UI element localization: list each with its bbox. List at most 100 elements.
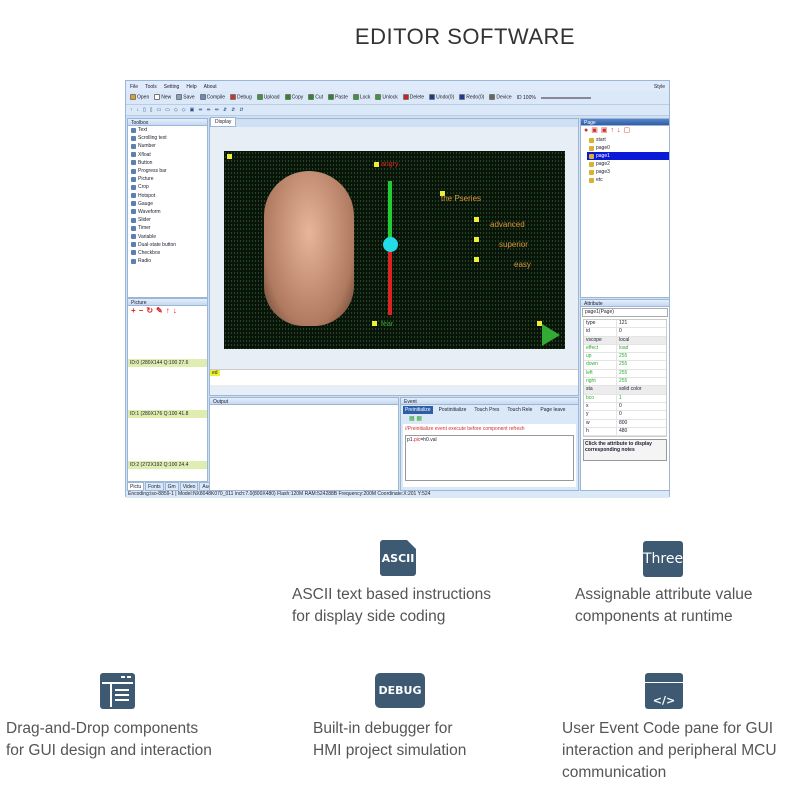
menu-about[interactable]: About bbox=[204, 84, 217, 90]
attribute-row[interactable]: down 255 bbox=[584, 361, 666, 370]
toolbar-button[interactable]: Lock bbox=[352, 94, 370, 101]
toolbar-label: Debug bbox=[237, 94, 252, 101]
attribute-row[interactable]: up 255 bbox=[584, 353, 666, 362]
toolbar-button[interactable]: Redo(0) bbox=[459, 94, 484, 101]
attribute-value: 800 bbox=[619, 419, 628, 426]
hmi-canvas[interactable]: angry fear the Pseries advanced superior… bbox=[224, 151, 565, 349]
attribute-row[interactable]: w 800 bbox=[584, 419, 666, 428]
bottom-tab[interactable]: Fonts bbox=[145, 482, 164, 491]
zoom-slider[interactable] bbox=[540, 96, 591, 99]
toolbar-button[interactable]: Save bbox=[176, 94, 195, 101]
picture-item[interactable]: ID:0 (280X144 Q:100 27.6 bbox=[128, 359, 207, 367]
toolbar-label: Copy bbox=[291, 94, 304, 101]
attribute-row[interactable]: y0 bbox=[584, 411, 666, 420]
event-tab[interactable]: Touch Rele bbox=[505, 406, 534, 414]
event-tab[interactable]: Preinitialize bbox=[403, 406, 433, 414]
attribute-key: bco bbox=[584, 394, 617, 402]
page-item[interactable]: page0 bbox=[587, 144, 669, 152]
toolbox-item[interactable]: Xfloat bbox=[128, 151, 207, 159]
toolbar-button[interactable]: Cut bbox=[308, 94, 323, 101]
attribute-object-select[interactable]: page1(Page) bbox=[582, 308, 668, 317]
attribute-row[interactable]: h 480 bbox=[584, 427, 666, 437]
page-item[interactable]: page3 bbox=[587, 168, 669, 176]
toolbox-item[interactable]: Gauge bbox=[128, 200, 207, 208]
toolbox-item[interactable]: Picture bbox=[128, 175, 207, 183]
attribute-row[interactable]: sta solid color bbox=[584, 386, 666, 395]
event-tab[interactable]: Touch Pres bbox=[472, 406, 501, 414]
toolbox-item[interactable]: Button bbox=[128, 159, 207, 167]
toolbar-button[interactable]: Debug bbox=[230, 94, 252, 101]
toolbar-label: Delete bbox=[409, 94, 425, 101]
event-code-editor[interactable]: p1.pic=h0.val bbox=[405, 435, 574, 481]
toolbox-item[interactable]: Timer bbox=[128, 224, 207, 232]
toolbar-button[interactable]: Unlock bbox=[375, 94, 398, 101]
toolbox-item[interactable]: Waveform bbox=[128, 208, 207, 216]
toolbox-item[interactable]: Checkbox bbox=[128, 249, 207, 257]
toolbar-button[interactable]: New bbox=[154, 94, 171, 101]
toolbox-item[interactable]: Number bbox=[128, 142, 207, 150]
toolbar-button[interactable]: Open bbox=[130, 94, 149, 101]
attribute-row[interactable]: right 255 bbox=[584, 378, 666, 387]
toolbox-item[interactable]: Slider bbox=[128, 216, 207, 224]
label-advanced: advanced bbox=[490, 220, 525, 229]
menu-setting[interactable]: Setting bbox=[164, 84, 180, 90]
menu-tools[interactable]: Tools bbox=[145, 84, 157, 90]
toolbar-button[interactable]: Paste bbox=[328, 94, 348, 101]
attribute-panel: Attribute page1(Page) type 121 id 0 vscope lo… bbox=[580, 299, 670, 491]
attribute-row[interactable]: vscope local bbox=[584, 336, 666, 345]
toolbox-item[interactable]: Hotspot bbox=[128, 192, 207, 200]
page-tools[interactable]: ●▣▣↑↓▢ bbox=[581, 126, 669, 136]
toolbar-button[interactable]: Upload bbox=[256, 94, 280, 101]
event-tab[interactable]: Postinitialize bbox=[437, 406, 469, 414]
toolbox-item-label: Text bbox=[138, 127, 148, 134]
toolbox-item[interactable]: Text bbox=[128, 126, 207, 134]
menu-file[interactable]: File bbox=[130, 84, 138, 90]
toolbar-label: Unlock bbox=[382, 94, 398, 101]
attribute-row[interactable]: bco 1 bbox=[584, 394, 666, 403]
play-arrow-icon[interactable] bbox=[542, 324, 560, 346]
align-icons[interactable]: ↑↓▯▯▭▭◇◇▣⇹⇹⇹⇵⇵⇵ bbox=[130, 107, 248, 113]
footer-tag[interactable]: ed bbox=[210, 370, 220, 376]
toolbar-button[interactable]: Delete bbox=[402, 94, 425, 101]
attribute-row[interactable]: left 255 bbox=[584, 369, 666, 379]
page-item[interactable]: etc bbox=[587, 176, 669, 184]
page-item[interactable]: start bbox=[587, 136, 669, 144]
page-item[interactable]: page1 bbox=[587, 152, 669, 160]
event-tools-icon[interactable]: ▦ ▦ bbox=[401, 415, 578, 424]
toolbar-button[interactable]: Compile bbox=[199, 94, 225, 101]
toolbox-item[interactable]: Variable bbox=[128, 232, 207, 240]
attribute-row[interactable]: id 0 bbox=[584, 328, 666, 337]
attribute-row[interactable]: effect load bbox=[584, 344, 666, 354]
bottom-tab[interactable]: Video bbox=[179, 482, 199, 491]
attribute-key: vscope bbox=[584, 336, 617, 344]
picture-item[interactable]: ID:2 (272X192 Q:100 24.4 bbox=[128, 461, 207, 469]
toolbar-button[interactable]: Copy bbox=[284, 94, 304, 101]
feature-text: ASCII text based instructions bbox=[292, 586, 492, 603]
toolbar-icon bbox=[375, 94, 382, 101]
toolbar-button[interactable]: Device bbox=[489, 94, 512, 101]
bottom-tab[interactable]: Pictu bbox=[127, 482, 145, 491]
style-menu[interactable]: Style bbox=[654, 84, 665, 90]
toolbox-item-label: Radio bbox=[138, 258, 152, 265]
attribute-value: 255 bbox=[619, 378, 628, 385]
menu-help[interactable]: Help bbox=[186, 84, 196, 90]
attribute-row[interactable]: type 121 bbox=[584, 320, 666, 329]
label-superior: superior bbox=[499, 240, 528, 249]
toolbox-item[interactable]: Dual-state button bbox=[128, 241, 207, 249]
tab-display[interactable]: Display bbox=[210, 117, 237, 127]
component-icon bbox=[131, 209, 136, 215]
toolbar-icon bbox=[328, 94, 335, 101]
toolbox-item[interactable]: Progress bar bbox=[128, 167, 207, 175]
event-tab[interactable]: Page leave bbox=[538, 406, 567, 414]
picture-item[interactable]: ID:1 (280X176 Q:100 41.8 bbox=[128, 410, 207, 418]
attribute-row[interactable]: x0 bbox=[584, 402, 666, 412]
toolbox-item[interactable]: Crop bbox=[128, 183, 207, 191]
feature-debugger: Built-in debugger for HMI project simulat… bbox=[313, 718, 466, 762]
toolbar-button[interactable]: Undo(0) bbox=[429, 94, 454, 101]
toolbox-item[interactable]: Radio bbox=[128, 257, 207, 265]
page-item[interactable]: page2 bbox=[587, 160, 669, 168]
picture-tools[interactable]: +−↻✎↑↓ bbox=[128, 306, 207, 316]
bottom-tab[interactable]: Gm bbox=[164, 482, 179, 491]
toolbox-item[interactable]: Scrolling text bbox=[128, 134, 207, 142]
slider-knob[interactable] bbox=[383, 237, 398, 252]
